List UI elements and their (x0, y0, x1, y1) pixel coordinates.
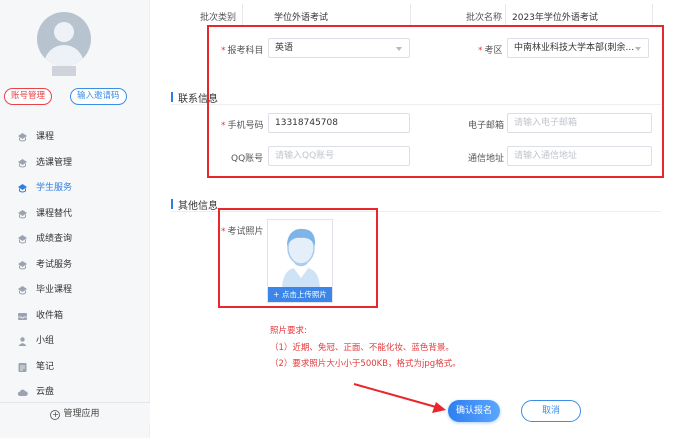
sidebar-item-graduate-course[interactable]: 毕业课程 (0, 278, 150, 304)
sidebar-item-student-service[interactable]: 学生服务 (0, 176, 150, 202)
sidebar-item-label: 收件箱 (36, 310, 64, 321)
graduate-course-icon (18, 286, 27, 295)
batch-name-label: 批次名称 (466, 13, 503, 23)
annotation-highlight-box (218, 208, 378, 308)
grade-query-icon (18, 235, 27, 244)
sidebar-nav: 课程选课管理学生服务课程替代成绩查询考试服务毕业课程收件箱小组笔记云盘 (0, 125, 150, 406)
cancel-button[interactable]: 取消 (521, 400, 581, 422)
photo-requirement-2: （2）要求照片大小小于500KB，格式为jpg格式。 (270, 359, 461, 369)
annotation-arrow-icon (353, 383, 446, 413)
sidebar-item-label: 课程替代 (36, 208, 73, 219)
account-manage-button[interactable]: 账号管理 (4, 88, 53, 105)
sidebar-item-label: 小组 (36, 336, 55, 346)
divider (242, 4, 243, 26)
divider (410, 4, 411, 26)
sidebar-item-grade-query[interactable]: 成绩查询 (0, 227, 150, 253)
sidebar-item-label: 学生服务 (36, 183, 73, 193)
sidebar-item-label: 课程 (36, 132, 55, 142)
sidebar-item-inbox[interactable]: 收件箱 (0, 304, 150, 330)
sidebar-item-course-select[interactable]: 选课管理 (0, 151, 150, 177)
photo-requirements-title: 照片要求: (270, 326, 307, 336)
sidebar-item-label: 笔记 (36, 361, 55, 372)
divider (652, 4, 653, 26)
batch-type-label: 批次类别 (200, 13, 237, 23)
divider (505, 4, 506, 26)
sidebar-item-label: 考试服务 (36, 259, 73, 270)
manage-apps-label: 管理应用 (63, 409, 100, 419)
sidebar-item-label: 毕业课程 (36, 285, 73, 295)
avatar-body (44, 45, 84, 66)
sidebar-item-course-substitute[interactable]: 课程替代 (0, 202, 150, 228)
other-section-title: 其他信息 (171, 197, 218, 212)
course-select-icon (18, 158, 27, 167)
photo-requirement-1: （1）近期、免冠、正面、不能化妆、蓝色背景。 (270, 343, 454, 353)
exam-service-icon (18, 260, 27, 269)
course-icon (18, 133, 27, 142)
group-icon (18, 337, 27, 346)
sidebar-item-label: 云盘 (36, 387, 55, 397)
sidebar-item-group[interactable]: 小组 (0, 329, 150, 355)
sidebar-item-exam-service[interactable]: 考试服务 (0, 253, 150, 279)
avatar-head (54, 22, 74, 42)
sidebar-item-course[interactable]: 课程 (0, 125, 150, 151)
note-icon (18, 362, 27, 372)
user-name-placeholder (52, 66, 76, 76)
confirm-registration-button[interactable]: 确认报名 (448, 400, 500, 422)
batch-name-value: 2023年学位外语考试 (512, 13, 598, 23)
inbox-icon (18, 312, 27, 320)
cloud-icon (17, 389, 28, 396)
sidebar-item-note[interactable]: 笔记 (0, 355, 150, 381)
plus-circle-icon: + (50, 410, 61, 420)
manage-apps-button[interactable]: + 管理应用 (0, 402, 150, 424)
invite-code-button[interactable]: 输入邀请码 (70, 88, 127, 105)
annotation-highlight-box (207, 25, 664, 178)
sidebar: 账号管理 输入邀请码 课程选课管理学生服务课程替代成绩查询考试服务毕业课程收件箱… (0, 0, 150, 438)
course-substitute-icon (18, 209, 27, 218)
avatar[interactable] (37, 12, 91, 66)
sidebar-item-label: 选课管理 (36, 157, 73, 168)
student-service-icon (18, 184, 27, 193)
batch-type-value: 学位外语考试 (274, 13, 329, 23)
sidebar-item-label: 成绩查询 (36, 234, 73, 244)
